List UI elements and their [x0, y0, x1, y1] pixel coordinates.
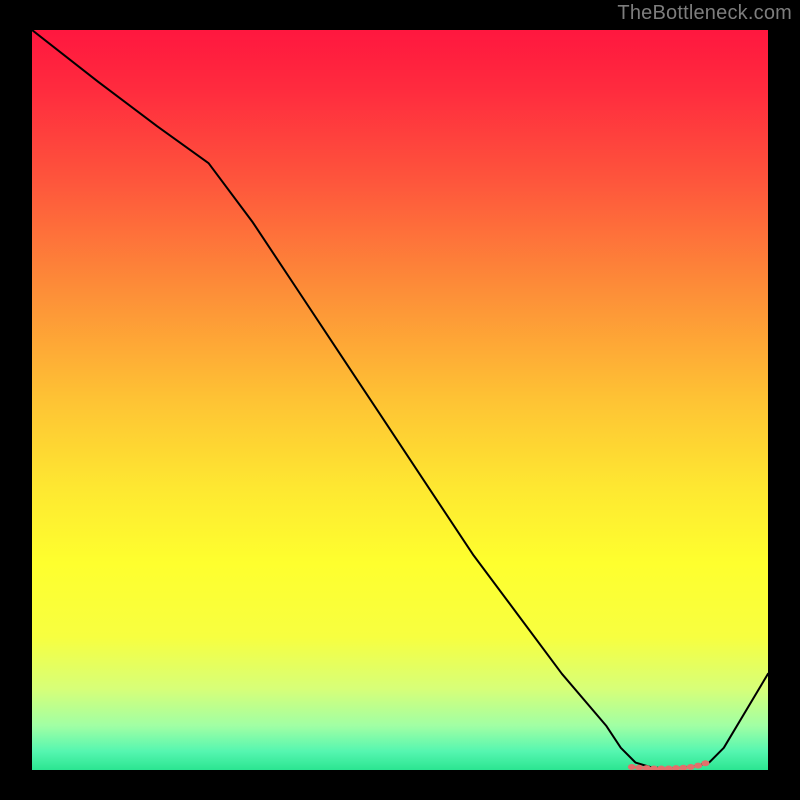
chart-frame: TheBottleneck.com	[0, 0, 800, 800]
gradient-background	[32, 30, 768, 770]
chart-svg	[32, 30, 768, 770]
plot-area	[32, 30, 768, 770]
marker-dot	[694, 763, 702, 769]
marker-dot	[701, 760, 709, 766]
marker-dot	[687, 764, 695, 770]
watermark-text: TheBottleneck.com	[617, 2, 792, 25]
marker-dot	[628, 764, 636, 770]
